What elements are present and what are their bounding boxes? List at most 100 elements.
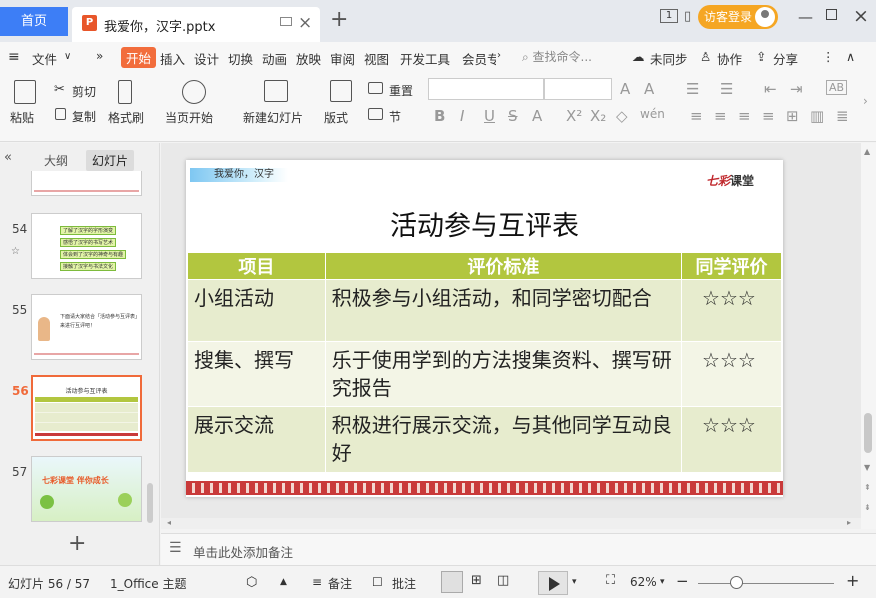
numbered-list-icon[interactable]: ☰: [720, 80, 733, 98]
table-cell[interactable]: 搜集、撰写: [187, 341, 326, 407]
zoom-out-button[interactable]: −: [676, 572, 689, 590]
align-left-icon[interactable]: ≡: [690, 107, 703, 125]
menu-member[interactable]: 会员专: [462, 49, 496, 68]
zoom-slider-handle[interactable]: [730, 576, 743, 589]
menu-view[interactable]: 视图: [364, 49, 389, 68]
normal-view-icon[interactable]: [441, 571, 463, 593]
vertical-scrollbar[interactable]: ▲ ▼ ⇞ ⇟: [861, 143, 876, 529]
chevron-up-icon[interactable]: ▲: [280, 577, 287, 587]
new-slide-icon[interactable]: [264, 80, 288, 102]
collapse-panel-icon[interactable]: «: [4, 150, 12, 165]
sync-status[interactable]: 未同步: [650, 49, 688, 68]
notes-placeholder[interactable]: 单击此处添加备注: [193, 542, 293, 561]
table-cell[interactable]: 展示交流: [187, 406, 326, 473]
visitor-login-button[interactable]: 访客登录: [698, 5, 778, 29]
tab-slides[interactable]: 幻灯片: [86, 150, 135, 171]
phonetic-guide-icon[interactable]: wén: [640, 107, 665, 121]
horizontal-scrollbar[interactable]: ◂ ▸: [161, 518, 861, 529]
table-cell[interactable]: ☆☆☆: [681, 341, 782, 407]
slide-thumbnail-57[interactable]: 七彩课堂 伴你成长: [31, 456, 142, 522]
paste-icon[interactable]: [14, 80, 36, 104]
copy-icon[interactable]: [55, 108, 66, 120]
maximize-icon[interactable]: [826, 9, 837, 20]
text-direction-icon[interactable]: AB: [826, 80, 848, 95]
strikethrough-icon[interactable]: S: [508, 107, 518, 125]
format-painter-button[interactable]: 格式刷: [108, 109, 144, 126]
share-button[interactable]: 分享: [773, 49, 798, 68]
notes-toggle-icon[interactable]: ≡: [312, 575, 322, 589]
menu-design[interactable]: 设计: [194, 49, 219, 68]
font-family-select[interactable]: [428, 78, 544, 100]
prev-slide-icon[interactable]: ⇞: [864, 483, 871, 492]
menu-transition[interactable]: 切换: [228, 49, 253, 68]
scroll-down-icon[interactable]: ▼: [864, 463, 870, 472]
distribute-icon[interactable]: ⊞: [786, 107, 799, 125]
section-button[interactable]: 节: [389, 108, 401, 125]
clear-format-icon[interactable]: ◇: [616, 107, 628, 125]
play-slideshow-button[interactable]: [538, 571, 568, 595]
reset-icon[interactable]: [368, 82, 383, 94]
table-cell[interactable]: 小组活动: [187, 279, 326, 342]
play-from-current-button[interactable]: 当页开始: [165, 109, 213, 126]
copy-button[interactable]: 复制: [72, 108, 96, 125]
menu-animation[interactable]: 动画: [262, 49, 287, 68]
fit-window-icon[interactable]: ⛶: [606, 573, 615, 588]
slide-sorter-icon[interactable]: ⊞: [471, 573, 482, 588]
collab-button[interactable]: 协作: [717, 49, 742, 68]
minimize-icon[interactable]: —: [798, 8, 813, 26]
menu-home[interactable]: 开始: [121, 47, 157, 68]
menu-slideshow[interactable]: 放映: [296, 49, 321, 68]
scroll-left-icon[interactable]: ◂: [167, 518, 171, 527]
bullet-list-icon[interactable]: ☰: [686, 80, 699, 98]
theme-name[interactable]: 1_Office 主题: [110, 575, 186, 592]
slide-canvas[interactable]: 我爱你，汉字 七彩课堂 活动参与互评表 项目 评价标准 同学评价 小组活动 积极…: [186, 160, 783, 497]
columns-icon[interactable]: ▥: [810, 107, 824, 125]
scroll-right-icon[interactable]: ▸: [847, 518, 851, 527]
underline-icon[interactable]: U: [484, 107, 495, 125]
table-cell[interactable]: 积极参与小组活动，和同学密切配合: [324, 279, 683, 342]
hamburger-icon[interactable]: ≡: [8, 49, 20, 65]
evaluation-table[interactable]: 项目 评价标准 同学评价 小组活动 积极参与小组活动，和同学密切配合 ☆☆☆ 搜…: [187, 252, 782, 473]
comment-icon[interactable]: ☐: [372, 575, 383, 589]
notes-toggle-button[interactable]: 备注: [328, 575, 352, 592]
bold-icon[interactable]: B: [434, 107, 445, 125]
close-tab-icon[interactable]: ×: [298, 13, 312, 33]
slide-thumbnail-55[interactable]: 下面请大家结合「活动参与互评表」来进行互评吧！: [31, 294, 142, 360]
play-options-icon[interactable]: ▾: [572, 577, 577, 587]
close-window-icon[interactable]: ×: [853, 5, 869, 27]
play-circle-icon[interactable]: [182, 80, 206, 104]
home-tab[interactable]: 首页: [0, 7, 68, 36]
menu-review[interactable]: 审阅: [330, 49, 355, 68]
share-icon[interactable]: ⇪: [756, 49, 766, 64]
menu-scroll-right-icon[interactable]: ›: [497, 50, 501, 61]
comments-button[interactable]: 批注: [392, 575, 416, 592]
font-size-select[interactable]: [544, 78, 612, 100]
paste-button[interactable]: 粘贴: [10, 109, 34, 126]
collapse-ribbon-icon[interactable]: ∧: [846, 49, 855, 64]
menu-developer[interactable]: 开发工具: [400, 49, 450, 68]
more-chevron-icon[interactable]: »: [96, 49, 103, 63]
reset-button[interactable]: 重置: [389, 82, 413, 99]
menu-insert[interactable]: 插入: [160, 49, 185, 68]
zoom-slider[interactable]: [698, 583, 834, 584]
zoom-level[interactable]: 62%: [630, 575, 657, 589]
italic-icon[interactable]: I: [460, 107, 464, 125]
table-cell[interactable]: ☆☆☆: [681, 406, 782, 473]
line-spacing-icon[interactable]: ≣: [836, 107, 849, 125]
layout-icon[interactable]: [330, 80, 352, 102]
add-slide-button[interactable]: +: [68, 531, 86, 556]
monitor-icon[interactable]: [280, 17, 292, 26]
increase-indent-icon[interactable]: ⇥: [790, 80, 803, 98]
decrease-font-icon[interactable]: A: [644, 80, 654, 98]
decrease-indent-icon[interactable]: ⇤: [764, 80, 777, 98]
vertical-scroll-thumb[interactable]: [864, 413, 872, 453]
new-slide-button[interactable]: 新建幻灯片: [243, 109, 303, 126]
increase-font-icon[interactable]: A: [620, 80, 630, 98]
table-cell[interactable]: ☆☆☆: [681, 279, 782, 342]
cloud-sync-icon[interactable]: ☁: [632, 49, 645, 64]
superscript-icon[interactable]: X²: [566, 107, 582, 125]
cut-icon[interactable]: ✂: [54, 82, 65, 97]
align-right-icon[interactable]: ≡: [738, 107, 751, 125]
section-icon[interactable]: [368, 108, 383, 120]
format-painter-icon[interactable]: [118, 80, 132, 104]
